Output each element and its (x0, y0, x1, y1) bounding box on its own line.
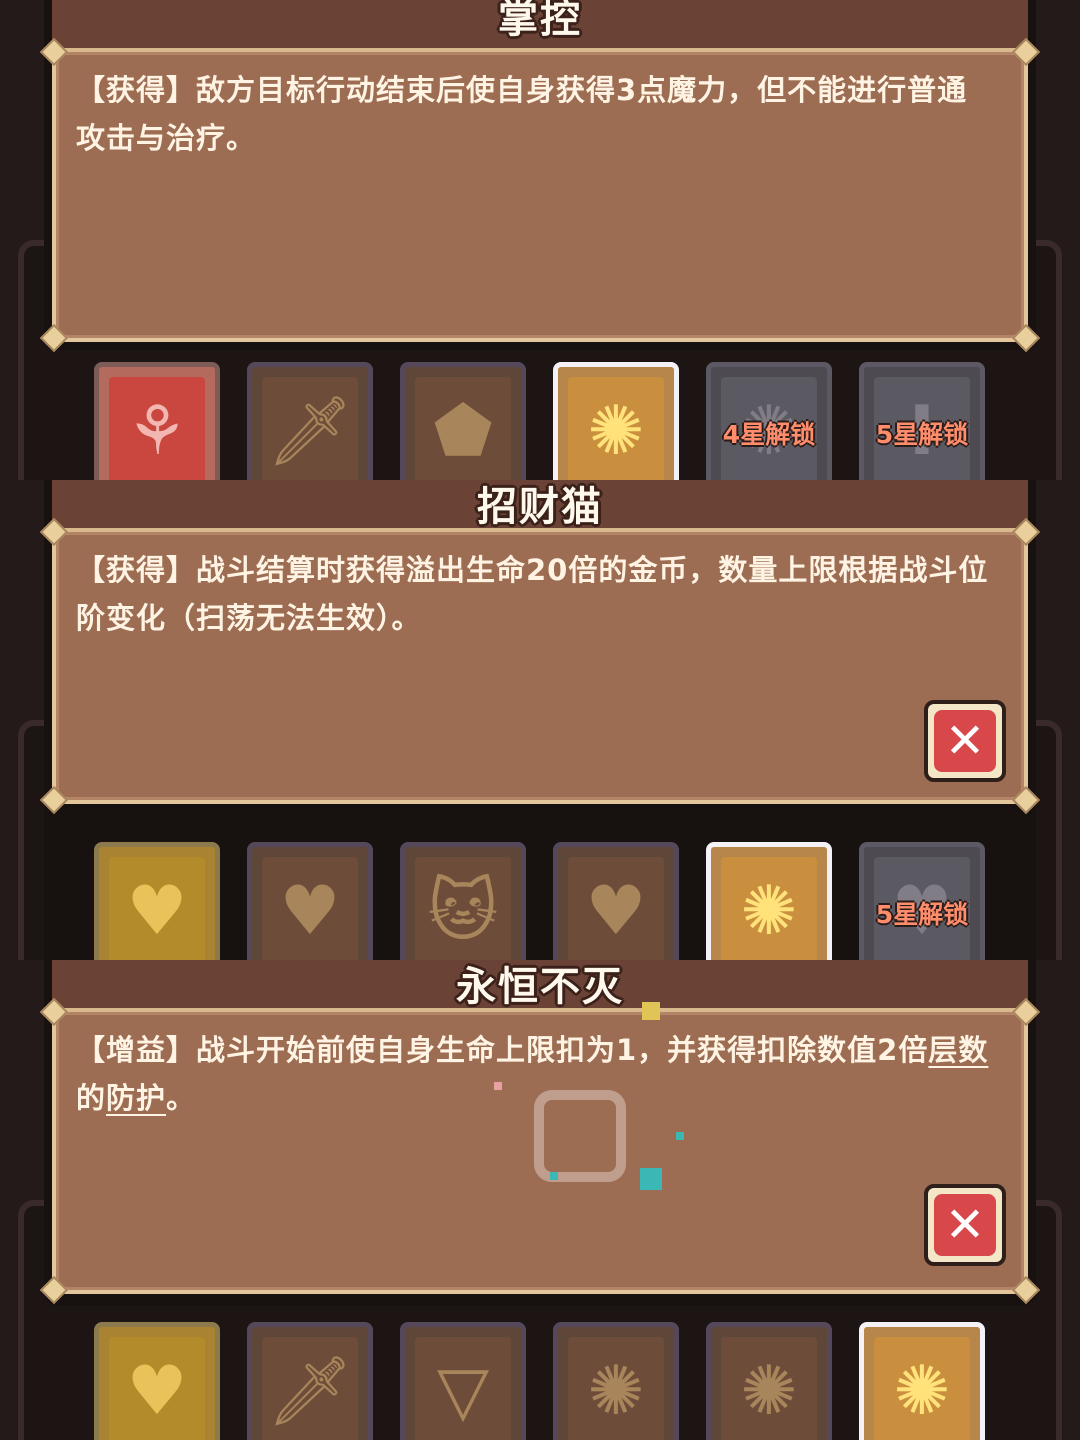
skill-title: 掌控 (498, 0, 582, 42)
panel-strip-1: 掌控 【获得】敌方目标行动结束后使自身获得3点魔力，但不能进行普通攻击与治疗。 … (0, 0, 1080, 480)
skill-tab[interactable]: ♥技能 (94, 1322, 220, 1440)
skill-tab-label: 技能 (99, 1436, 215, 1440)
skill-tab[interactable]: 🗡普攻 (247, 1322, 373, 1440)
sparkle-particle (550, 1172, 558, 1180)
description-text: 。 (166, 1081, 197, 1115)
skill-tab[interactable]: ▽秘技 (400, 1322, 526, 1440)
skill-tab[interactable]: 🐱秘技 (400, 842, 526, 960)
heart-cross-icon: ♥ (109, 1337, 205, 1440)
unlock-requirement-label: 5星解锁 (875, 420, 969, 449)
star-particle-icon (642, 1002, 660, 1020)
star-particle-icon (640, 1168, 662, 1190)
skill-popup: 永恒不灭 【增益】战斗开始前使自身生命上限扣为1，并获得扣除数值2倍层数的防护。 (39, 960, 1041, 1306)
title-bar: 永恒不灭 (52, 960, 1028, 1012)
screenshot-collage: 掌控 【获得】敌方目标行动结束后使自身获得3点魔力，但不能进行普通攻击与治疗。 … (0, 0, 1080, 1440)
panel-strip-2: 招财猫 【获得】战斗结算时获得溢出生命20倍的金币，数量上限根据战斗位阶变化（扫… (0, 480, 1080, 960)
unlock-requirement-label: 5星解锁 (875, 900, 969, 929)
skill-tab[interactable]: ♥普攻 (247, 842, 373, 960)
keyword-link[interactable]: 层数 (928, 1033, 988, 1067)
sword-icon: 🗡 (262, 377, 358, 480)
skill-tab-label: 称号 (711, 1436, 827, 1440)
description-text: 【获得】战斗结算时获得溢出生命20倍的金币，数量上限根据战斗位阶变化（扫荡无法生… (76, 553, 989, 635)
skill-tab-label: 性格 (558, 1436, 674, 1440)
skill-description: 【获得】战斗结算时获得溢出生命20倍的金币，数量上限根据战斗位阶变化（扫荡无法生… (76, 546, 994, 642)
close-icon: ✕ (934, 710, 996, 772)
skill-title: 永恒不灭 (456, 964, 624, 1010)
skill-tab[interactable]: 🗡普攻 (247, 362, 373, 480)
skill-tab[interactable]: ✺特性 (859, 1322, 985, 1440)
description-box: 【增益】战斗开始前使自身生命上限扣为1，并获得扣除数值2倍层数的防护。 ✕ (39, 997, 1041, 1305)
panel-strip-3: 永恒不灭 【增益】战斗开始前使自身生命上限扣为1，并获得扣除数值2倍层数的防护。 (0, 960, 1080, 1440)
triangle-eye-icon: ▽ (415, 1337, 511, 1440)
description-text: 的 (76, 1081, 107, 1115)
skill-tab[interactable]: ♥技能 (94, 842, 220, 960)
title-bar: 掌控 (52, 0, 1028, 52)
skill-tab[interactable]: ✚5星解锁特性 (859, 362, 985, 480)
heart-cross-icon: ♥ (109, 857, 205, 960)
skill-tab[interactable]: ♥性格 (553, 842, 679, 960)
close-button[interactable]: ✕ (924, 1184, 1006, 1266)
cat-figure-icon: ⚘ (109, 377, 205, 480)
skill-tab[interactable]: ⬟秘技 (400, 362, 526, 480)
brain-icon: ✺ (721, 1337, 817, 1440)
heart-cross-icon: ♥ (262, 857, 358, 960)
corner-gem-icon (1011, 785, 1041, 815)
brain-icon: ✺ (874, 1337, 970, 1440)
description-text: 【获得】敌方目标行动结束后使自身获得3点魔力，但不能进行普通攻击与治疗。 (76, 73, 968, 155)
skill-tab[interactable]: ✺称号 (706, 1322, 832, 1440)
cat-face-icon: 🐱 (415, 857, 511, 960)
unlock-requirement-label: 4星解锁 (722, 420, 816, 449)
tap-effect-ring (534, 1090, 626, 1182)
description-box: 【获得】敌方目标行动结束后使自身获得3点魔力，但不能进行普通攻击与治疗。 (39, 37, 1041, 353)
sparkle-particle (494, 1082, 502, 1090)
sparkle-particle (676, 1132, 684, 1140)
skill-tab[interactable]: ✺4星解锁称号 (706, 362, 832, 480)
brain-icon: ✺ (721, 857, 817, 960)
heart-cross-icon: ♥ (568, 857, 664, 960)
corner-gem-icon (39, 785, 69, 815)
sword-icon: 🗡 (262, 1337, 358, 1440)
brain-icon: ✺ (568, 377, 664, 480)
skill-tab[interactable]: ♥5星解锁特性 (859, 842, 985, 960)
skill-popup: 掌控 【获得】敌方目标行动结束后使自身获得3点魔力，但不能进行普通攻击与治疗。 (39, 0, 1041, 353)
title-bar: 招财猫 (52, 480, 1028, 532)
close-button[interactable]: ✕ (924, 700, 1006, 782)
close-icon: ✕ (934, 1194, 996, 1256)
shield-icon: ⬟ (415, 377, 511, 480)
skill-tab-label: 秘技 (405, 1436, 521, 1440)
skill-tab-label: 普攻 (252, 1436, 368, 1440)
description-text: 【增益】战斗开始前使自身生命上限扣为1，并获得扣除数值2倍 (76, 1033, 929, 1067)
skill-description: 【获得】敌方目标行动结束后使自身获得3点魔力，但不能进行普通攻击与治疗。 (76, 66, 994, 162)
skill-title: 招财猫 (477, 484, 603, 530)
skill-tab[interactable]: ⚘技能 (94, 362, 220, 480)
skill-tab-label: 特性 (864, 1436, 980, 1440)
skill-tab[interactable]: ✺称号 (706, 842, 832, 960)
description-box: 【获得】战斗结算时获得溢出生命20倍的金币，数量上限根据战斗位阶变化（扫荡无法生… (39, 517, 1041, 815)
keyword-link[interactable]: 防护 (106, 1081, 166, 1115)
skill-tab[interactable]: ✺性格 (553, 362, 679, 480)
skill-tab[interactable]: ✺性格 (553, 1322, 679, 1440)
brain-icon: ✺ (568, 1337, 664, 1440)
